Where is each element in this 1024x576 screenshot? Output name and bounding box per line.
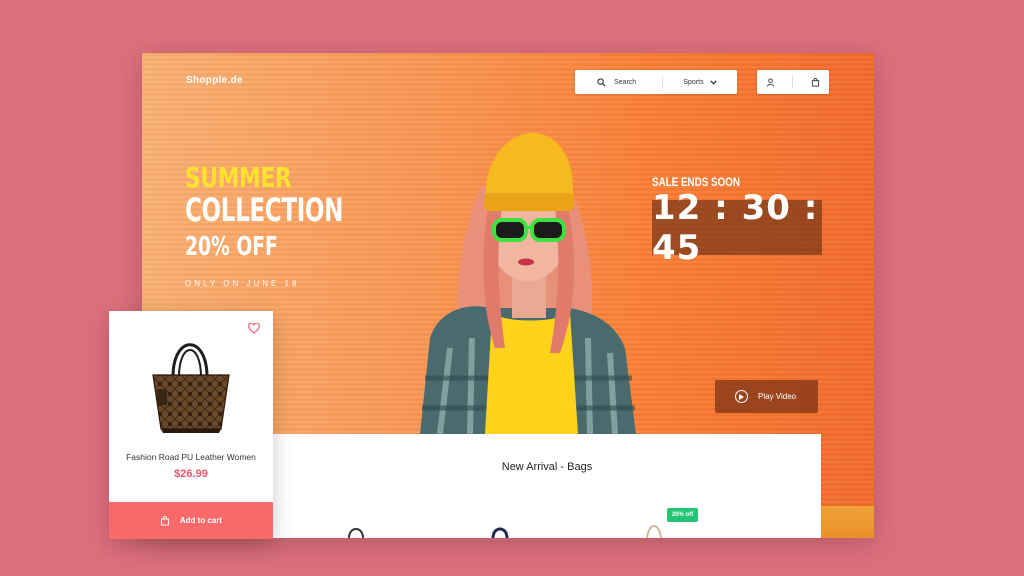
- bag-thumbnail-2[interactable]: [485, 516, 515, 538]
- headline-summer: SUMMER: [185, 161, 292, 194]
- countdown-timer: 12 : 30 : 45: [652, 188, 822, 268]
- product-image: [152, 343, 230, 433]
- product-price: $26.99: [174, 468, 208, 480]
- user-icon[interactable]: [766, 77, 775, 87]
- category-selected: Sports: [683, 78, 704, 86]
- new-arrival-panel: New Arrival - Bags: [273, 434, 821, 538]
- heart-icon[interactable]: [248, 323, 260, 334]
- search-field[interactable]: Search: [575, 70, 662, 94]
- product-name[interactable]: Fashion Road PU Leather Women: [109, 452, 273, 462]
- hero-headline: SUMMER COLLECTION 20% OFF ONLY ON JUNE 1…: [185, 161, 405, 289]
- brand-logo[interactable]: Shopple.de: [186, 75, 243, 86]
- divider: [792, 76, 794, 88]
- hero-model-image: [420, 133, 636, 434]
- headline-date: ONLY ON JUNE 18: [185, 279, 300, 288]
- add-to-cart-label: Add to cart: [179, 516, 223, 525]
- bag-thumbnail-1[interactable]: [341, 516, 371, 538]
- chevron-down-icon: [709, 79, 717, 85]
- play-video-label: Play Video: [758, 392, 797, 401]
- account-cart-group: [757, 70, 829, 94]
- play-video-button[interactable]: Play Video: [715, 380, 818, 413]
- shopping-bag-icon: [160, 515, 169, 525]
- headline-discount: 20% OFF: [185, 232, 278, 262]
- bag-thumbnail-3[interactable]: [639, 516, 669, 538]
- new-arrival-title: New Arrival - Bags: [501, 461, 593, 473]
- add-to-cart-button[interactable]: Add to cart: [109, 502, 273, 539]
- play-icon: [735, 390, 748, 403]
- discount-badge: 20% off: [667, 508, 698, 522]
- cart-icon[interactable]: [811, 77, 820, 87]
- product-card[interactable]: Fashion Road PU Leather Women $26.99 Add…: [109, 311, 273, 539]
- search-label: Search: [614, 78, 637, 86]
- search-icon: [597, 77, 606, 87]
- search-bar[interactable]: Search Sports: [575, 70, 737, 94]
- headline-collection: COLLECTION: [185, 191, 344, 229]
- category-dropdown[interactable]: Sports: [663, 70, 737, 94]
